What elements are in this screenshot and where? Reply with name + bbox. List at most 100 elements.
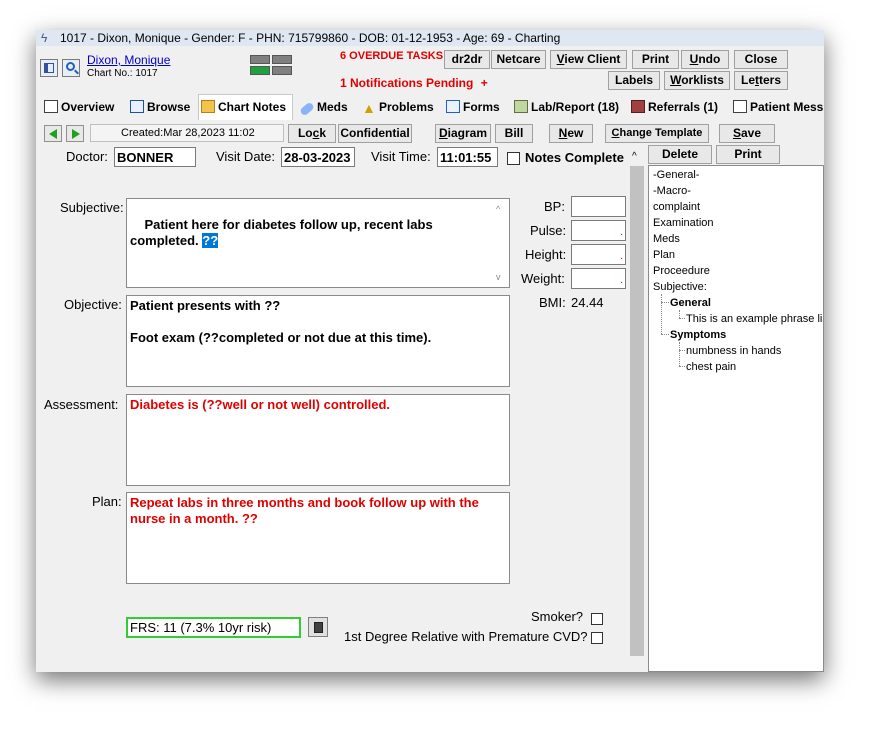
tab-lab-report-label: Lab/Report (18) <box>531 100 620 114</box>
next-note-button[interactable] <box>66 125 84 142</box>
bmi-value: 24.44 <box>571 295 604 310</box>
bp-label: BP: <box>544 199 565 214</box>
bill-button[interactable]: Bill <box>495 124 533 143</box>
tab-overview[interactable]: Overview <box>42 96 114 118</box>
tree-item-complaint[interactable]: complaint <box>653 201 700 213</box>
scroll-down-icon[interactable]: v <box>496 269 501 285</box>
save-button[interactable]: Save <box>719 124 775 143</box>
netcare-button[interactable]: Netcare <box>491 50 546 69</box>
weight-label: Weight: <box>521 271 565 286</box>
tree-folder-symptoms[interactable]: Symptoms <box>670 329 726 341</box>
tree-connector <box>679 350 685 351</box>
scrollbar-thumb[interactable] <box>630 166 644 656</box>
search-patient-icon[interactable] <box>62 59 80 77</box>
subjective-selection: ?? <box>202 233 219 248</box>
doctor-field[interactable]: BONNER <box>114 147 196 167</box>
visit-time-field[interactable]: 11:01:55 <box>437 147 498 167</box>
tree-item-meds[interactable]: Meds <box>653 233 680 245</box>
undo-button[interactable]: Undo <box>681 50 729 69</box>
note-created-field: Created:Mar 28,2023 11:02 <box>90 124 284 142</box>
visit-date-field[interactable]: 28-03-2023 <box>281 147 355 167</box>
overdue-tasks-alert[interactable]: 6 OVERDUE TASKS <box>340 50 443 62</box>
tree-item-plan[interactable]: Plan <box>653 249 675 261</box>
plan-textarea[interactable]: Repeat labs in three months and book fol… <box>126 492 510 584</box>
lock-button[interactable]: Lock <box>288 124 336 143</box>
tree-symptom-item[interactable]: chest pain <box>686 361 736 373</box>
tree-item-macro[interactable]: -Macro- <box>653 185 691 197</box>
tree-folder-general[interactable]: General <box>670 297 711 309</box>
smoker-checkbox[interactable] <box>591 613 603 625</box>
layout-toggle-icon[interactable] <box>40 59 58 77</box>
tab-lab-report[interactable]: Lab/Report (18) <box>512 96 619 118</box>
tab-forms[interactable]: Forms <box>444 96 500 118</box>
close-button[interactable]: Close <box>734 50 788 69</box>
objective-textarea[interactable]: Patient presents with ?? Foot exam (??co… <box>126 295 510 387</box>
add-notification-icon[interactable]: + <box>481 76 488 90</box>
tab-browse-label: Browse <box>147 100 191 114</box>
warning-icon: ▲ <box>362 100 376 116</box>
tab-chart-notes-label: Chart Notes <box>218 100 287 114</box>
app-icon: ϟ <box>41 31 48 45</box>
confidential-button[interactable]: Confidential <box>338 124 412 143</box>
print-button[interactable]: Print <box>632 50 679 69</box>
bp-field[interactable] <box>571 196 626 217</box>
tree-print-button[interactable]: Print <box>716 145 780 164</box>
tab-meds[interactable]: Meds <box>298 96 348 118</box>
height-label: Height: <box>525 247 567 262</box>
scroll-up-icon[interactable]: ^ <box>496 201 500 217</box>
tab-forms-label: Forms <box>463 100 500 114</box>
labels-button[interactable]: Labels <box>608 71 660 90</box>
calculator-icon <box>314 622 323 633</box>
tab-referrals[interactable]: Referrals (1) <box>629 96 718 118</box>
prev-note-button[interactable] <box>44 125 62 142</box>
pulse-field[interactable]: . <box>571 220 626 241</box>
tree-item-examination[interactable]: Examination <box>653 217 714 229</box>
patient-name-link[interactable]: Dixon, Monique <box>87 53 170 67</box>
weight-field[interactable]: . <box>571 268 626 289</box>
doctor-label: Doctor: <box>66 149 108 164</box>
worklists-button[interactable]: Worklists <box>664 71 730 90</box>
new-note-button[interactable]: New <box>549 124 593 143</box>
cvd-relative-checkbox[interactable] <box>591 632 603 644</box>
dr2dr-button[interactable]: dr2dr <box>444 50 490 69</box>
change-template-button[interactable]: Change Template <box>605 124 709 143</box>
frs-calculator-button[interactable] <box>308 617 328 637</box>
tree-phrase-item[interactable]: This is an example phrase lis <box>686 313 823 325</box>
pill-icon <box>299 101 315 117</box>
required-marker: . <box>620 251 623 262</box>
lab-icon <box>514 100 528 113</box>
assessment-label: Assessment: <box>44 397 119 412</box>
notes-complete-checkbox[interactable] <box>507 152 520 165</box>
tree-connector <box>679 318 685 319</box>
letters-button[interactable]: Letters <box>734 71 788 90</box>
form-icon <box>446 100 460 113</box>
tree-item-subjective[interactable]: Subjective: <box>653 281 707 293</box>
chart-tabs: Overview Browse Chart Notes Meds ▲ Proble… <box>36 94 824 120</box>
scroll-up-icon[interactable]: ^ <box>632 152 637 162</box>
tree-symptom-item[interactable]: numbness in hands <box>686 345 781 357</box>
assessment-textarea[interactable]: Diabetes is (??well or not well) control… <box>126 394 510 486</box>
tree-item-general[interactable]: -General- <box>653 169 699 181</box>
notifications-pending-alert[interactable]: 1 Notifications Pending + <box>340 76 488 90</box>
person-icon <box>733 100 747 113</box>
tab-patient-messages-label: Patient Mess <box>750 100 824 114</box>
notifications-text: 1 Notifications Pending <box>340 76 474 90</box>
tab-problems[interactable]: ▲ Problems <box>360 96 434 118</box>
tree-connector <box>661 294 662 334</box>
subjective-scrollbar[interactable]: ^ v <box>495 201 507 285</box>
tab-browse[interactable]: Browse <box>128 96 190 118</box>
folder-icon <box>201 100 215 113</box>
tab-meds-label: Meds <box>317 100 348 114</box>
main-scrollbar[interactable]: ^ <box>628 146 646 672</box>
tab-chart-notes[interactable]: Chart Notes <box>198 94 293 120</box>
tree-item-proceedure[interactable]: Proceedure <box>653 265 710 277</box>
view-client-button[interactable]: View Client <box>550 50 627 69</box>
diagram-button[interactable]: Diagram <box>435 124 491 143</box>
height-field[interactable]: . <box>571 244 626 265</box>
subjective-textarea[interactable]: Patient here for diabetes follow up, rec… <box>126 198 510 288</box>
tab-patient-messages[interactable]: Patient Mess <box>731 96 823 118</box>
tree-connector <box>679 310 680 318</box>
objective-label: Objective: <box>64 297 122 312</box>
tree-connector <box>661 302 669 303</box>
tree-delete-button[interactable]: Delete <box>648 145 712 164</box>
